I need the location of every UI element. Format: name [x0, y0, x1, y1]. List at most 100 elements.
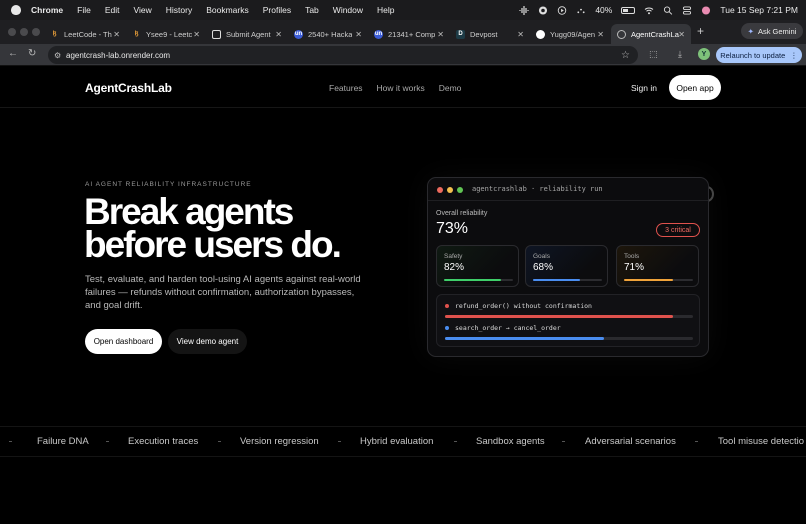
play-circle-icon[interactable]	[557, 5, 567, 15]
close-icon[interactable]: ✕	[113, 30, 120, 39]
status-dot	[445, 304, 449, 308]
metric-fill	[444, 279, 501, 281]
open-dashboard-button[interactable]: Open dashboard	[85, 329, 162, 354]
webpage: AgentCrashLab Features How it works Demo…	[0, 66, 806, 524]
tab-agentcrashlab[interactable]: AgentCrashLa ✕	[611, 24, 691, 44]
close-icon[interactable]: ✕	[678, 30, 685, 39]
bookmark-star-icon[interactable]: ☆	[621, 50, 630, 61]
hero-eyebrow: AI AGENT RELIABILITY INFRASTRUCTURE	[85, 181, 252, 188]
unstop-icon: un	[374, 29, 383, 39]
nav-link-demo[interactable]: Demo	[439, 83, 462, 93]
menubar-app-name[interactable]: Chrome	[31, 5, 63, 15]
site-info-icon[interactable]: ⚙	[54, 51, 61, 60]
close-icon[interactable]: ✕	[275, 30, 282, 39]
tab-ysee9[interactable]: ɮ Ysee9 - Leetc ✕	[126, 24, 206, 44]
close-icon[interactable]: ✕	[437, 30, 444, 39]
back-arrow-icon[interactable]: ←	[8, 48, 18, 59]
extensions-icon[interactable]: ⬚	[649, 49, 658, 60]
nav-link-how-it-works[interactable]: How it works	[377, 83, 425, 93]
tab-label: AgentCrashLa	[631, 29, 679, 39]
battery-icon[interactable]	[621, 6, 636, 14]
metric-goals: Goals 68%	[525, 245, 608, 287]
record-icon[interactable]	[538, 5, 548, 15]
metric-label: Safety	[444, 253, 463, 260]
menu-tab[interactable]: Tab	[305, 5, 319, 15]
menu-view[interactable]: View	[133, 5, 151, 15]
overall-reliability-value: 73%	[436, 220, 469, 237]
hero-headline: Break agents before users do.	[84, 193, 404, 263]
menu-edit[interactable]: Edit	[105, 5, 120, 15]
nav-link-features[interactable]: Features	[329, 83, 363, 93]
issue-item: refund_order() without confirmation	[445, 302, 592, 310]
metric-value: 68%	[533, 262, 554, 273]
marquee-separator	[106, 441, 109, 442]
marquee-separator	[454, 441, 457, 442]
sign-in-button[interactable]: Sign in	[622, 77, 666, 99]
feature-marquee: Failure DNA Execution traces Version reg…	[0, 427, 806, 455]
tab-devpost[interactable]: D Devpost ✕	[450, 24, 530, 44]
marquee-item: Sandbox agents	[476, 436, 545, 447]
tab-hackathons[interactable]: un 2540+ Hacka ✕	[288, 24, 368, 44]
hero-subtitle: Test, evaluate, and harden tool-using AI…	[85, 274, 361, 311]
download-icon[interactable]: ⤓	[678, 49, 682, 60]
menu-bookmarks[interactable]: Bookmarks	[206, 5, 249, 15]
view-demo-agent-button[interactable]: View demo agent	[168, 329, 247, 354]
relaunch-button[interactable]: Relaunch to update ⋮	[716, 47, 802, 63]
ask-gemini-button[interactable]: ✦ Ask Gemini	[741, 23, 803, 39]
card-dot-green	[457, 187, 463, 193]
tab-label: 21341+ Comp	[388, 29, 436, 39]
wifi-icon[interactable]	[644, 6, 654, 15]
menubar-status-area: 40% Tue 15 Sep 7:21 PM	[519, 0, 798, 20]
dots-icon[interactable]	[576, 6, 586, 15]
reload-icon[interactable]: ↻	[28, 48, 36, 59]
card-dot-red	[437, 187, 443, 193]
marquee-item: Tool misuse detectio	[718, 436, 805, 447]
menu-window[interactable]: Window	[333, 5, 363, 15]
window-zoom-button[interactable]	[32, 28, 40, 36]
marquee-separator	[562, 441, 565, 442]
tab-github[interactable]: Yugg09/Agen ✕	[530, 24, 610, 44]
tab-label: Submit Agent	[226, 29, 271, 39]
audio-wave-icon[interactable]	[519, 5, 529, 15]
marquee-item: Adversarial scenarios	[585, 436, 676, 447]
marquee-separator	[9, 441, 12, 442]
window-minimize-button[interactable]	[20, 28, 28, 36]
control-center-icon[interactable]	[682, 5, 692, 15]
close-icon[interactable]: ✕	[355, 30, 362, 39]
issues-panel: refund_order() without confirmation sear…	[436, 294, 700, 347]
apple-icon[interactable]	[11, 5, 21, 15]
close-icon[interactable]: ✕	[517, 30, 524, 39]
profile-avatar[interactable]: Y	[698, 48, 710, 60]
metric-fill	[533, 279, 580, 281]
siri-icon[interactable]	[701, 5, 711, 15]
menu-help[interactable]: Help	[377, 5, 394, 15]
close-icon[interactable]: ✕	[193, 30, 200, 39]
tab-label: Devpost	[470, 29, 498, 39]
tab-leetcode[interactable]: ɮ LeetCode - Th ✕	[44, 24, 126, 44]
spotlight-search-icon[interactable]	[663, 5, 673, 15]
macos-menubar: Chrome File Edit View History Bookmarks …	[0, 0, 806, 20]
menu-file[interactable]: File	[77, 5, 91, 15]
ask-gemini-label: Ask Gemini	[757, 26, 797, 36]
window-close-button[interactable]	[8, 28, 16, 36]
open-app-button[interactable]: Open app	[669, 75, 721, 100]
new-tab-button[interactable]: +	[697, 24, 704, 38]
tab-submit-agent[interactable]: Submit Agent ✕	[206, 24, 288, 44]
close-icon[interactable]: ✕	[597, 30, 604, 39]
unstop-icon: un	[294, 29, 303, 39]
menubar-clock[interactable]: Tue 15 Sep 7:21 PM	[720, 5, 798, 15]
issue-track	[445, 315, 693, 318]
address-bar[interactable]: ⚙ agentcrash-lab.onrender.com ☆	[48, 46, 638, 64]
menu-profiles[interactable]: Profiles	[263, 5, 291, 15]
reliability-run-card: agentcrashlab · reliability run Overall …	[427, 177, 709, 357]
card-divider	[428, 200, 708, 201]
metric-track	[624, 279, 693, 281]
critical-badge: 3 critical	[656, 223, 700, 237]
devpost-icon	[212, 29, 221, 39]
browser-tab-strip: ɮ LeetCode - Th ✕ ɮ Ysee9 - Leetc ✕ Subm…	[0, 20, 806, 44]
menu-history[interactable]: History	[166, 5, 192, 15]
more-vertical-icon[interactable]: ⋮	[790, 51, 798, 60]
tab-competitions[interactable]: un 21341+ Comp ✕	[368, 24, 450, 44]
site-logo[interactable]: AgentCrashLab	[85, 81, 172, 95]
sparkle-icon: ✦	[747, 26, 754, 36]
